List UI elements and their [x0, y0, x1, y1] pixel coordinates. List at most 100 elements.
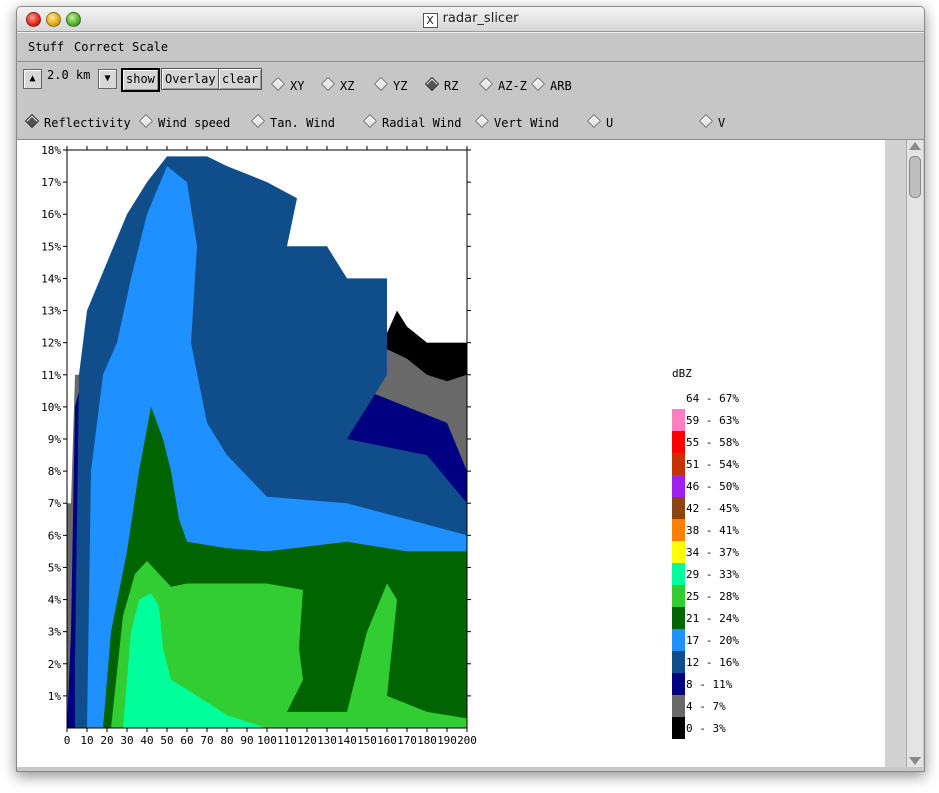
colorbar-label: 21 - 24%	[686, 612, 739, 625]
x-tick-label: 30	[120, 734, 133, 747]
y-tick-label: 9%	[48, 433, 62, 446]
field-u-radio[interactable]: U	[586, 113, 613, 130]
x-tick-label: 40	[140, 734, 153, 747]
menu-scale[interactable]: Scale	[132, 40, 168, 54]
colorbar-swatch	[672, 563, 685, 585]
plot-canvas[interactable]: 1% 2% 3% 4% 5% 6% 7% 8% 9% 10% 11% 12% 13% 14% 15% 16% 1…	[17, 140, 885, 767]
down-arrow-icon[interactable]: ▼	[98, 69, 117, 89]
menu-correct[interactable]: Correct	[74, 40, 125, 54]
y-tick-label: 13%	[41, 305, 61, 318]
colorbar-label: 0 - 3%	[686, 722, 726, 735]
field-radial-wind-label: Radial Wind	[382, 116, 462, 130]
y-tick-label: 2%	[48, 658, 62, 671]
x-tick-label: 180	[417, 734, 437, 747]
plane-xz-radio[interactable]: XZ	[320, 76, 355, 93]
colorbar-label: 17 - 20%	[686, 634, 739, 647]
field-vert-wind-radio[interactable]: Vert Wind	[474, 113, 560, 130]
colorbar-swatch	[672, 431, 685, 453]
y-tick-label: 5%	[48, 561, 62, 574]
up-arrow-icon[interactable]: ▲	[23, 69, 42, 89]
radio-diamond-selected-icon	[424, 76, 440, 92]
x-tick-label: 130	[317, 734, 337, 747]
colorbar-swatch	[672, 541, 685, 563]
y-tick-label: 7%	[48, 497, 62, 510]
colorbar-swatch	[672, 387, 685, 409]
x-tick-label: 170	[397, 734, 417, 747]
y-tick-label: 4%	[48, 594, 62, 607]
radio-diamond-icon	[474, 113, 490, 129]
x-tick-label: 150	[357, 734, 377, 747]
radio-diamond-icon	[138, 113, 154, 129]
colorbar-label: 42 - 45%	[686, 502, 739, 515]
field-v-label: V	[718, 116, 726, 130]
colorbar-label: 38 - 41%	[686, 524, 739, 537]
radio-diamond-icon	[250, 113, 266, 129]
colorbar-swatch	[672, 453, 685, 475]
colorbar-swatch	[672, 695, 685, 717]
x-tick-label: 120	[297, 734, 317, 747]
plane-xz-label: XZ	[340, 79, 355, 93]
radio-diamond-icon	[478, 76, 494, 92]
colorbar-swatch	[672, 475, 685, 497]
x-tick-label: 190	[437, 734, 457, 747]
colorbar-swatch	[672, 607, 685, 629]
overlay-button[interactable]: Overlay	[161, 68, 220, 90]
plane-xy-radio[interactable]: XY	[270, 76, 305, 93]
show-button[interactable]: show	[121, 68, 160, 92]
y-tick-label: 14%	[41, 272, 61, 285]
plane-arb-radio[interactable]: ARB	[530, 76, 572, 93]
y-tick-label: 6%	[48, 529, 62, 542]
radio-diamond-icon	[698, 113, 714, 129]
plane-az-z-radio[interactable]: AZ-Z	[478, 76, 527, 93]
colorbar-label: 59 - 63%	[686, 414, 739, 427]
radio-diamond-icon	[320, 76, 336, 92]
field-reflectivity-radio[interactable]: Reflectivity	[24, 113, 131, 130]
field-wind-speed-radio[interactable]: Wind speed	[138, 113, 231, 130]
menu-stuff[interactable]: Stuff	[28, 40, 64, 54]
radar-slicer-window: Xradar_slicer Stuff Correct Scale ▲ 2.0 …	[16, 6, 925, 772]
window-title: Xradar_slicer	[17, 11, 924, 28]
field-wind-speed-label: Wind speed	[158, 116, 231, 130]
colorbar-label: 8 - 11%	[686, 678, 733, 691]
x-tick-label: 80	[220, 734, 233, 747]
colorbar-label: 51 - 54%	[686, 458, 739, 471]
field-v-radio[interactable]: V	[698, 113, 726, 130]
colorbar-label: 29 - 33%	[686, 568, 739, 581]
plane-arb-label: ARB	[550, 79, 572, 93]
field-tan-wind-radio[interactable]: Tan. Wind	[250, 113, 335, 130]
plane-yz-radio[interactable]: YZ	[373, 76, 408, 93]
toolbar: ▲ 2.0 km ▼ show Overlay clear XY XZ YZ R…	[17, 62, 924, 140]
colorbar-swatch	[672, 629, 685, 651]
x-tick-label: 0	[64, 734, 71, 747]
plane-rz-radio[interactable]: RZ	[424, 76, 459, 93]
plane-az-z-label: AZ-Z	[498, 79, 527, 93]
x-tick-label: 160	[377, 734, 397, 747]
plane-xy-label: XY	[290, 79, 305, 93]
menu-bar: Stuff Correct Scale	[17, 32, 924, 62]
plane-rz-label: RZ	[444, 79, 459, 93]
radio-diamond-icon	[586, 113, 602, 129]
radio-diamond-icon	[530, 76, 546, 92]
field-vert-wind-label: Vert Wind	[494, 116, 560, 130]
y-tick-label: 11%	[41, 369, 61, 382]
x-tick-label: 50	[160, 734, 173, 747]
x-tick-label: 10	[80, 734, 93, 747]
clear-button[interactable]: clear	[218, 68, 263, 90]
y-tick-label: 10%	[41, 401, 61, 414]
plane-yz-label: YZ	[393, 79, 408, 93]
colorbar-swatch	[672, 497, 685, 519]
scroll-up-icon[interactable]	[909, 142, 921, 150]
scroll-down-icon[interactable]	[909, 757, 921, 765]
colorbar-label: 25 - 28%	[686, 590, 739, 603]
x-tick-label: 110	[277, 734, 297, 747]
colorbar-swatch	[672, 651, 685, 673]
x-tick-label: 20	[100, 734, 113, 747]
vertical-scrollbar[interactable]	[906, 140, 923, 767]
scroll-thumb[interactable]	[909, 156, 921, 198]
title-bar: Xradar_slicer	[17, 7, 924, 32]
colorbar-swatch	[672, 585, 685, 607]
field-radial-wind-radio[interactable]: Radial Wind	[362, 113, 462, 130]
colorbar-label: 46 - 50%	[686, 480, 739, 493]
radio-diamond-icon	[362, 113, 378, 129]
y-tick-label: 3%	[48, 626, 62, 639]
